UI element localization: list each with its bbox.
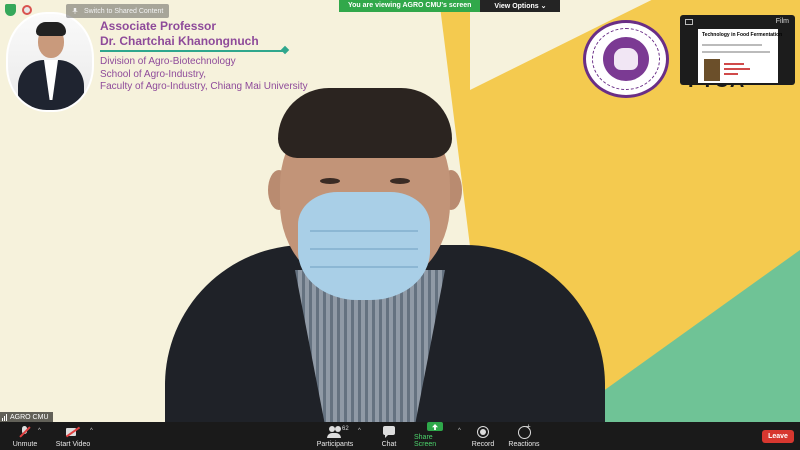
- participant-name: AGRO CMU: [10, 414, 49, 421]
- share-options-chevron-icon[interactable]: ^: [458, 428, 461, 434]
- video-options-chevron-icon[interactable]: ^: [90, 428, 93, 434]
- view-options-button[interactable]: View Options ⌄: [480, 0, 561, 12]
- share-screen-label: Share Screen: [414, 434, 437, 448]
- reactions-button[interactable]: Reactions: [508, 422, 540, 450]
- share-status-text: You are viewing AGRO CMU's screen: [339, 0, 481, 12]
- speaker-name: Dr. Chartchai Khanongnuch: [100, 34, 259, 48]
- participants-count: 62: [342, 426, 349, 432]
- face-mask: [298, 192, 430, 300]
- participants-button[interactable]: 62 Participants: [316, 422, 354, 450]
- reactions-label: Reactions: [508, 441, 540, 448]
- audio-options-chevron-icon[interactable]: ^: [38, 428, 41, 434]
- main-speaker-video: [150, 80, 620, 422]
- reactions-icon: [516, 422, 532, 439]
- switch-label: Switch to Shared Content: [84, 7, 164, 15]
- record-icon: [475, 426, 491, 438]
- participants-label: Participants: [316, 441, 354, 448]
- shield-icon[interactable]: [5, 4, 16, 16]
- chat-label: Chat: [381, 441, 397, 448]
- filmstrip-icon: [685, 19, 693, 25]
- chevron-down-icon: ⌄: [540, 3, 547, 10]
- record-button[interactable]: Record: [470, 422, 496, 450]
- leave-button[interactable]: Leave: [762, 430, 794, 443]
- speaker-portrait: [8, 14, 92, 110]
- participant-name-tag: AGRO CMU: [0, 412, 53, 422]
- slide-preview: Technology in Food Fermentation: [698, 29, 782, 83]
- slide-preview-title: Technology in Food Fermentation: [702, 32, 783, 38]
- view-options-label: View Options: [494, 3, 539, 10]
- shared-video: Associate Professor Dr. Chartchai Khanon…: [0, 0, 800, 422]
- title-divider: [100, 50, 284, 52]
- affiliation-line: School of Agro-Industry,: [100, 69, 206, 80]
- recording-icon[interactable]: [22, 5, 32, 15]
- share-banner: You are viewing AGRO CMU's screen View O…: [339, 0, 561, 12]
- share-screen-button[interactable]: Share Screen: [414, 422, 456, 450]
- participants-chevron-icon[interactable]: ^: [358, 428, 361, 434]
- unmute-button[interactable]: Unmute: [8, 422, 42, 450]
- filmstrip-label[interactable]: Film: [776, 18, 789, 25]
- signal-bars-icon: [2, 414, 7, 421]
- affiliation-line: Division of Agro-Biotechnology: [100, 56, 236, 67]
- start-video-label: Start Video: [55, 441, 91, 448]
- book-cover-image: [704, 59, 720, 81]
- speaker-title: Associate Professor: [100, 19, 217, 33]
- video-off-icon: [65, 426, 81, 438]
- participants-icon: 62: [327, 426, 349, 438]
- elephant-icon: [614, 48, 638, 70]
- mic-muted-icon: [17, 426, 33, 438]
- share-screen-icon: [427, 422, 443, 431]
- meeting-toolbar: Unmute ^ Start Video ^ 62 Participants ^…: [0, 422, 800, 450]
- chat-icon: [381, 426, 397, 438]
- pin-icon: [72, 8, 78, 14]
- filmstrip-thumbnail[interactable]: Film Technology in Food Fermentation: [680, 15, 795, 85]
- record-label: Record: [471, 441, 495, 448]
- chat-button[interactable]: Chat: [378, 422, 400, 450]
- switch-to-shared-content-button[interactable]: Switch to Shared Content: [66, 4, 170, 18]
- start-video-button[interactable]: Start Video: [54, 422, 92, 450]
- unmute-label: Unmute: [12, 441, 38, 448]
